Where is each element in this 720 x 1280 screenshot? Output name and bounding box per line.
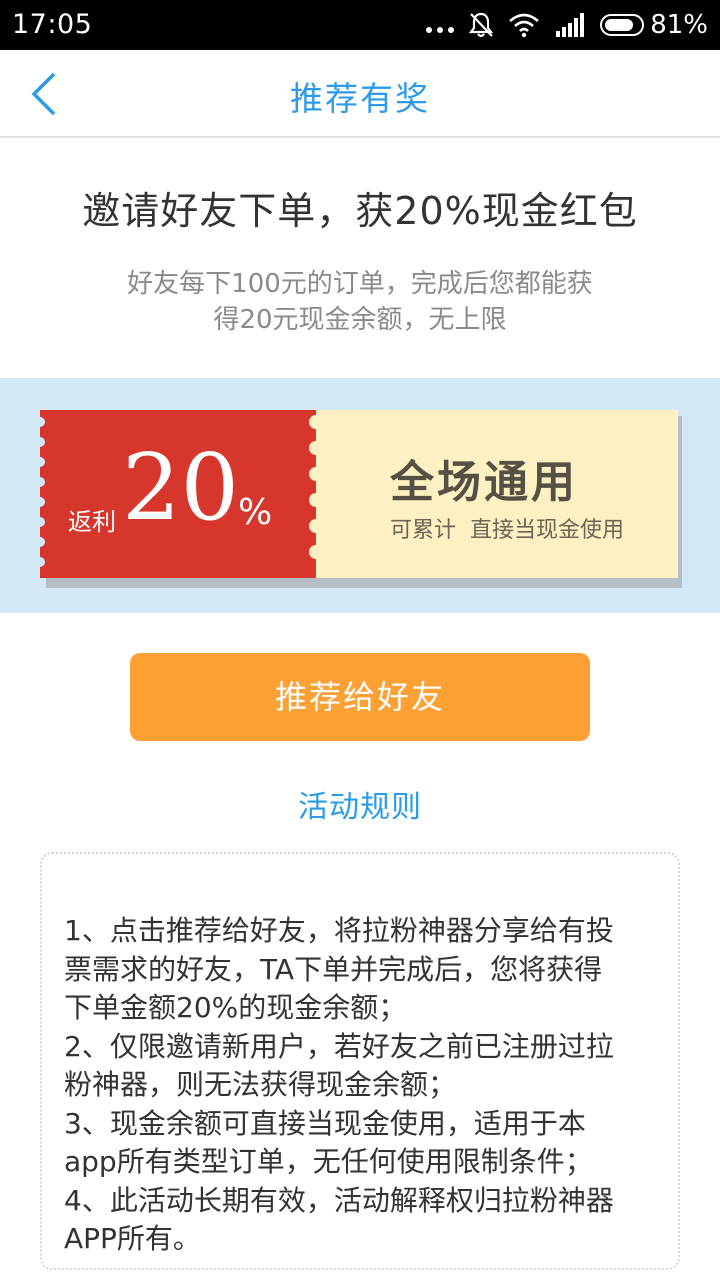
rules-title: 活动规则 [298,790,422,825]
rebate-label: 返利 [68,508,116,536]
battery-icon [600,14,645,36]
status-time: 17:05 [12,9,93,40]
recommend-to-friends-button[interactable]: 推荐给好友 [130,653,590,741]
mute-bell-icon [469,12,494,38]
invite-description: 好友每下100元的订单，完成后您都能获 得20元现金余额，无上限 [90,266,630,338]
rules-line: 3、现金余额可直接当现金使用，适用于本 [64,1106,586,1140]
battery-percent: 81% [650,10,708,40]
rules-text: 1、点击推荐给好友，将拉粉神器分享给有投 票需求的好友，TA下单并完成后，您将获… [64,912,664,1259]
rules-line: APP所有。 [64,1222,201,1255]
rules-line: 4、此活动长期有效，活动解释权归拉粉神器 [64,1183,614,1217]
coupon-title: 全场通用 [390,457,578,508]
invite-headline: 邀请好友下单，获20%现金红包 [82,189,638,233]
battery-indicator: 81% [600,10,708,40]
coupon-info-section: 全场通用 可累计 直接当现金使用 [316,410,678,578]
rules-line: 票需求的好友，TA下单并完成后，您将获得 [64,952,603,986]
coupon-subtitle: 可累计 直接当现金使用 [390,518,624,543]
rules-line: app所有类型订单，无任何使用限制条件； [64,1145,593,1178]
more-dots-icon [426,27,455,33]
nav-bar: 推荐有奖 [0,50,720,138]
rules-line: 1、点击推荐给好友，将拉粉神器分享给有投 [64,914,614,947]
rules-line: 2、仅限邀请新用户，若好友之前已注册过拉 [64,1029,614,1063]
signal-icon [556,13,585,37]
status-bar: 17:05 81% [0,0,720,50]
status-icons: 81% [426,8,708,42]
rules-line: 下单金额20%的现金余额； [64,991,407,1024]
rules-box: 1、点击推荐给好友，将拉粉神器分享给有投 票需求的好友，TA下单并完成后，您将获… [40,852,680,1270]
rules-line: 粉神器，则无法获得现金余额； [64,1068,457,1101]
invite-description-line: 好友每下100元的订单，完成后您都能获 [127,269,593,299]
coupon-banner: 返利 20 % 全场通用 可累计 直接当现金使用 [0,378,720,613]
invite-description-line: 得20元现金余额，无上限 [213,305,507,335]
wifi-icon [509,13,540,38]
page-title: 推荐有奖 [290,79,430,118]
coupon-rebate-section: 返利 20 % [40,410,316,578]
coupon-card: 返利 20 % 全场通用 可累计 直接当现金使用 [40,410,682,588]
rebate-value: 20 [122,434,240,541]
rebate-unit: % [238,492,273,533]
